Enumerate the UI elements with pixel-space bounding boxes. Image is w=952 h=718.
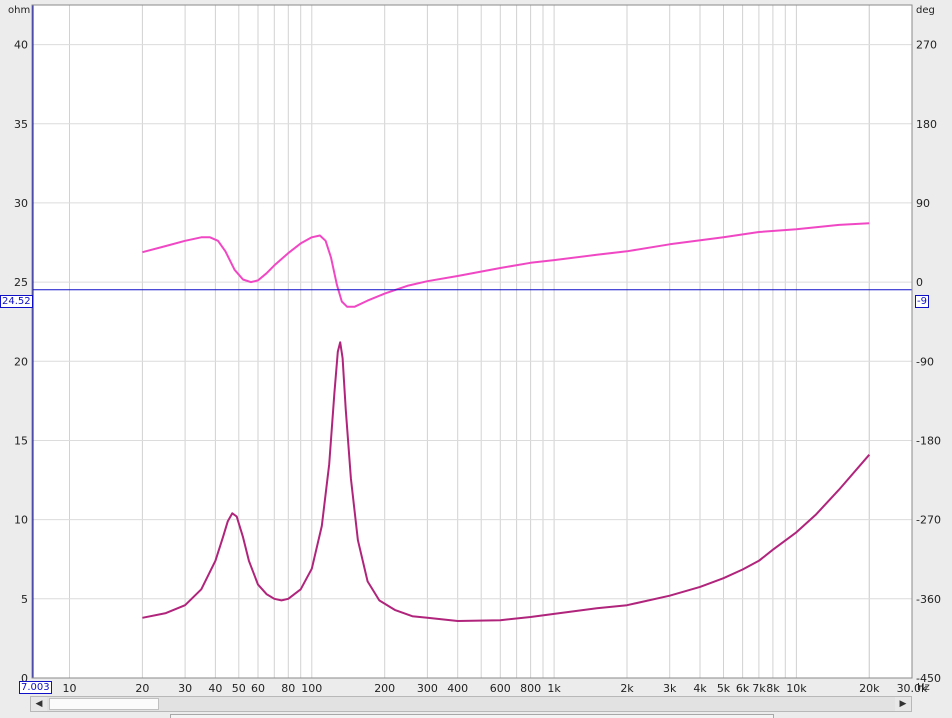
x-tick-label: 40 [208, 682, 222, 695]
y-right-tick-label: 270 [916, 39, 937, 52]
scroll-left-button[interactable]: ◀ [31, 697, 47, 711]
right-axis-unit: deg [916, 5, 935, 16]
y-left-tick-label: 5 [21, 593, 28, 606]
x-tick-label: 60 [251, 682, 265, 695]
y-right-tick-label: -270 [916, 514, 941, 527]
y-left-tick-label: 15 [14, 435, 28, 448]
y-left-tick-label: 20 [14, 355, 28, 368]
y-left-tick-label: 10 [14, 514, 28, 527]
x-axis-unit: Hz [917, 682, 930, 693]
x-tick-label: 2k [620, 682, 634, 695]
impedance-phase-chart[interactable]: 10 20 30 40 50 60 80 100 200 300 400 600 800 1k 2k 3k 4k… [0, 0, 952, 718]
y-right-tick-label: -90 [916, 355, 934, 368]
y-left-tick-label: 30 [14, 197, 28, 210]
x-tick-label: 300 [417, 682, 438, 695]
cursor-y-readout: 24.52 [0, 295, 33, 308]
x-tick-label: 30 [178, 682, 192, 695]
x-tick-label: 7k [752, 682, 766, 695]
cursor-phase-readout: -9 [915, 295, 929, 308]
x-tick-label: 600 [490, 682, 511, 695]
scroll-thumb[interactable] [49, 698, 159, 710]
x-tick-label: 6k [736, 682, 750, 695]
y-right-tick-label: 180 [916, 118, 937, 131]
y-right-tick-label: 0 [916, 276, 923, 289]
x-tick-label: 8k [766, 682, 780, 695]
plot-area [32, 5, 912, 678]
x-tick-label: 1k [547, 682, 561, 695]
x-tick-label: 20k [859, 682, 880, 695]
x-tick-label: 10k [786, 682, 807, 695]
bottom-panel-edge [170, 714, 774, 718]
x-tick-label: 400 [447, 682, 468, 695]
y-left-tick-label: 40 [14, 39, 28, 52]
y-right-tick-label: -180 [916, 435, 941, 448]
x-tick-label: 80 [281, 682, 295, 695]
x-tick-label: 100 [301, 682, 322, 695]
x-tick-label: 4k [693, 682, 707, 695]
y-right-tick-label: 90 [916, 197, 930, 210]
cursor-x-readout: 7.003 [19, 681, 52, 694]
y-left-tick-label: 35 [14, 118, 28, 131]
horizontal-scrollbar[interactable]: ◀ ▶ [30, 696, 912, 712]
x-tick-label: 10 [63, 682, 77, 695]
left-axis-unit: ohm [8, 5, 31, 16]
x-tick-label: 3k [663, 682, 677, 695]
x-tick-label: 200 [374, 682, 395, 695]
x-tick-label: 20 [135, 682, 149, 695]
x-tick-label: 50 [232, 682, 246, 695]
y-right-tick-label: -360 [916, 593, 941, 606]
scroll-right-button[interactable]: ▶ [895, 697, 911, 711]
x-tick-label: 800 [520, 682, 541, 695]
y-left-tick-label: 25 [14, 276, 28, 289]
x-tick-label: 5k [717, 682, 731, 695]
